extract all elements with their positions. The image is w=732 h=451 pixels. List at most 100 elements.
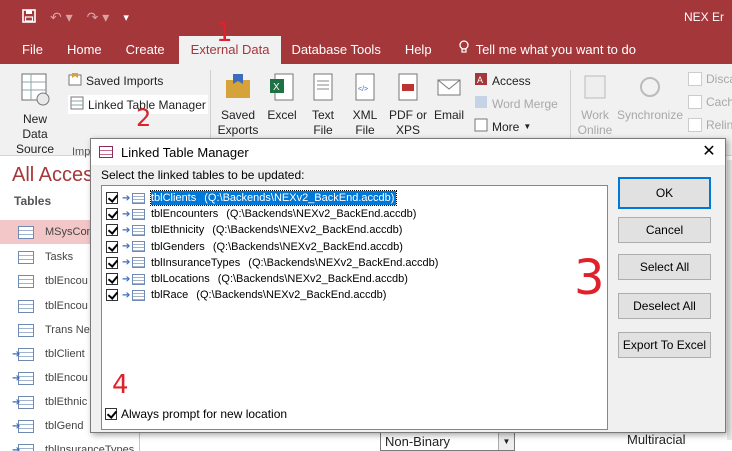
work-online-icon <box>572 72 618 106</box>
linked-table-row[interactable]: ➔ tblClients (Q:\Backends\NEXv2_BackEnd.ac… <box>106 190 398 206</box>
more-button[interactable]: More ▼ <box>474 118 531 135</box>
linked-arrow-icon: ➔ <box>12 348 21 360</box>
linked-table-row[interactable]: ➔ tblEncounters (Q:\Backends\NEXv2_BackEnd… <box>106 206 416 222</box>
undo-icon[interactable]: ↶ ▾ <box>50 9 73 26</box>
ok-button[interactable]: OK <box>618 177 711 209</box>
customize-icon[interactable]: ▾ <box>123 11 129 24</box>
title-bar: ↶ ▾ ↷ ▾ ▾ NEX Er File Home Create Extern… <box>0 0 732 64</box>
table-icon <box>18 250 34 264</box>
svg-text:</>: </> <box>358 86 368 93</box>
table-icon <box>18 225 34 239</box>
ribbon-tabs: File Home Create External Data Database … <box>0 36 648 64</box>
linked-arrow-icon: ➔ <box>12 420 21 432</box>
export-excel-button[interactable]: X Excel <box>264 72 300 123</box>
always-prompt-option[interactable]: Always prompt for new location <box>105 407 287 421</box>
tab-file[interactable]: File <box>0 36 57 64</box>
linked-arrow-icon: ➔ <box>12 372 21 384</box>
linked-table-path: (Q:\Backends\NEXv2_BackEnd.accdb) <box>248 256 439 269</box>
linked-table-checkbox[interactable] <box>106 240 118 253</box>
export-xml-file-button[interactable]: </> XML File <box>346 72 384 138</box>
linked-table-name: tblInsuranceTypes <box>151 256 241 269</box>
linked-arrow-icon: ➔ <box>122 192 131 204</box>
linked-table-row[interactable]: ➔ tblEthnicity (Q:\Backends\NEXv2_BackEnd.… <box>106 222 402 238</box>
saved-exports-label: Saved Exports <box>217 108 259 137</box>
table-icon <box>18 323 34 337</box>
close-icon[interactable]: ✕ <box>699 142 719 162</box>
linked-table-checkbox[interactable] <box>106 256 118 269</box>
linked-tables-list[interactable]: ➔ tblClients (Q:\Backends\NEXv2_BackEnd.ac… <box>101 185 608 430</box>
relink-icon <box>688 118 702 132</box>
linked-table-row[interactable]: ➔ tblRace (Q:\Backends\NEXv2_BackEnd.accdb… <box>106 287 386 303</box>
pdf-icon <box>388 72 428 106</box>
nav-item[interactable]: ➔ tblInsuranceTypes <box>0 438 140 451</box>
linked-table-row[interactable]: ➔ tblLocations (Q:\Backends\NEXv2_BackEnd.… <box>106 271 408 287</box>
saved-imports-button[interactable]: Saved Imports <box>68 72 163 89</box>
app-title: NEX Er <box>683 10 724 24</box>
synchronize-icon <box>616 72 684 106</box>
tab-create[interactable]: Create <box>116 36 179 64</box>
export-pdf-button[interactable]: PDF or XPS <box>388 72 428 138</box>
word-merge-button[interactable]: Word Merge <box>474 95 558 112</box>
deselect-all-button[interactable]: Deselect All <box>618 293 711 319</box>
linked-table-checkbox[interactable] <box>106 289 118 302</box>
nav-pane-title[interactable]: All Acces <box>12 164 93 187</box>
tab-help[interactable]: Help <box>395 36 446 64</box>
annotation-1: 1 <box>216 18 233 48</box>
tell-me-label: Tell me what you want to do <box>475 42 636 57</box>
dialog-title-bar: Linked Table Manager ✕ <box>91 139 725 165</box>
ribbon-separator <box>570 70 571 148</box>
gender-dropdown[interactable]: Non-Binary ▼ <box>380 432 515 451</box>
work-online-button[interactable]: Work Online <box>572 72 618 138</box>
cancel-button[interactable]: Cancel <box>618 217 711 243</box>
saved-exports-button[interactable]: Saved Exports <box>216 72 260 138</box>
svg-text:A: A <box>477 75 483 85</box>
svg-text:X: X <box>273 82 280 93</box>
cache-button[interactable]: Cach <box>688 95 732 109</box>
linked-table-manager-dialog: Linked Table Manager ✕ Select the linked… <box>90 138 726 433</box>
tab-home[interactable]: Home <box>57 36 116 64</box>
linked-arrow-icon: ➔ <box>122 289 131 301</box>
linked-arrow-icon: ➔ <box>122 208 131 220</box>
annotation-4: 4 <box>112 370 129 400</box>
nav-item-label: MSysCom <box>45 226 96 238</box>
text-file-label: Text File <box>311 108 334 137</box>
tell-me-search[interactable]: Tell me what you want to do <box>446 36 648 64</box>
linked-table-row[interactable]: ➔ tblGenders (Q:\Backends\NEXv2_BackEnd.ac… <box>106 239 403 255</box>
linked-table-path: (Q:\Backends\NEXv2_BackEnd.accdb) <box>226 208 417 221</box>
linked-table-text: tblClients (Q:\Backends\NEXv2_BackEnd.acc… <box>149 190 398 206</box>
table-icon <box>132 241 145 253</box>
linked-table-checkbox[interactable] <box>106 273 118 285</box>
select-all-button[interactable]: Select All <box>618 254 711 280</box>
linked-table-text: tblInsuranceTypes (Q:\Backends\NEXv2_Back… <box>151 256 438 270</box>
discard-changes-button[interactable]: Disca <box>688 72 732 86</box>
cache-label: Cach <box>706 95 732 109</box>
tab-database-tools[interactable]: Database Tools <box>281 36 394 64</box>
export-to-excel-button[interactable]: Export To Excel <box>618 332 711 358</box>
cache-icon <box>688 95 702 109</box>
nav-category-tables[interactable]: Tables <box>14 194 51 208</box>
linked-table-checkbox[interactable] <box>106 192 118 204</box>
linked-table-text: tblEthnicity (Q:\Backends\NEXv2_BackEnd.a… <box>151 223 402 237</box>
race-cell[interactable]: Multiracial <box>627 432 686 447</box>
email-button[interactable]: Email <box>430 72 468 123</box>
word-merge-icon <box>474 95 488 112</box>
linked-table-manager-icon <box>99 146 113 158</box>
always-prompt-checkbox[interactable] <box>105 408 117 420</box>
linked-table-row[interactable]: ➔ tblInsuranceTypes (Q:\Backends\NEXv2_Bac… <box>106 255 438 271</box>
redo-icon[interactable]: ↷ ▾ <box>87 9 110 26</box>
chevron-down-icon: ▼ <box>523 122 532 131</box>
save-icon[interactable] <box>22 9 36 26</box>
export-text-file-button[interactable]: Text File <box>304 72 342 138</box>
always-prompt-label: Always prompt for new location <box>121 407 288 421</box>
linked-table-name: tblClients <box>151 192 197 204</box>
lightbulb-icon <box>458 36 470 64</box>
linked-table-checkbox[interactable] <box>106 208 118 221</box>
new-data-source-button[interactable]: New Data Source <box>6 72 64 157</box>
chevron-down-icon[interactable]: ▼ <box>498 433 514 450</box>
xml-file-label: XML File <box>352 108 378 137</box>
relink-button[interactable]: Relin <box>688 118 732 132</box>
saved-exports-icon <box>216 72 260 106</box>
linked-table-checkbox[interactable] <box>106 224 118 237</box>
synchronize-button[interactable]: Synchronize <box>616 72 684 123</box>
export-access-button[interactable]: A Access <box>474 72 531 89</box>
